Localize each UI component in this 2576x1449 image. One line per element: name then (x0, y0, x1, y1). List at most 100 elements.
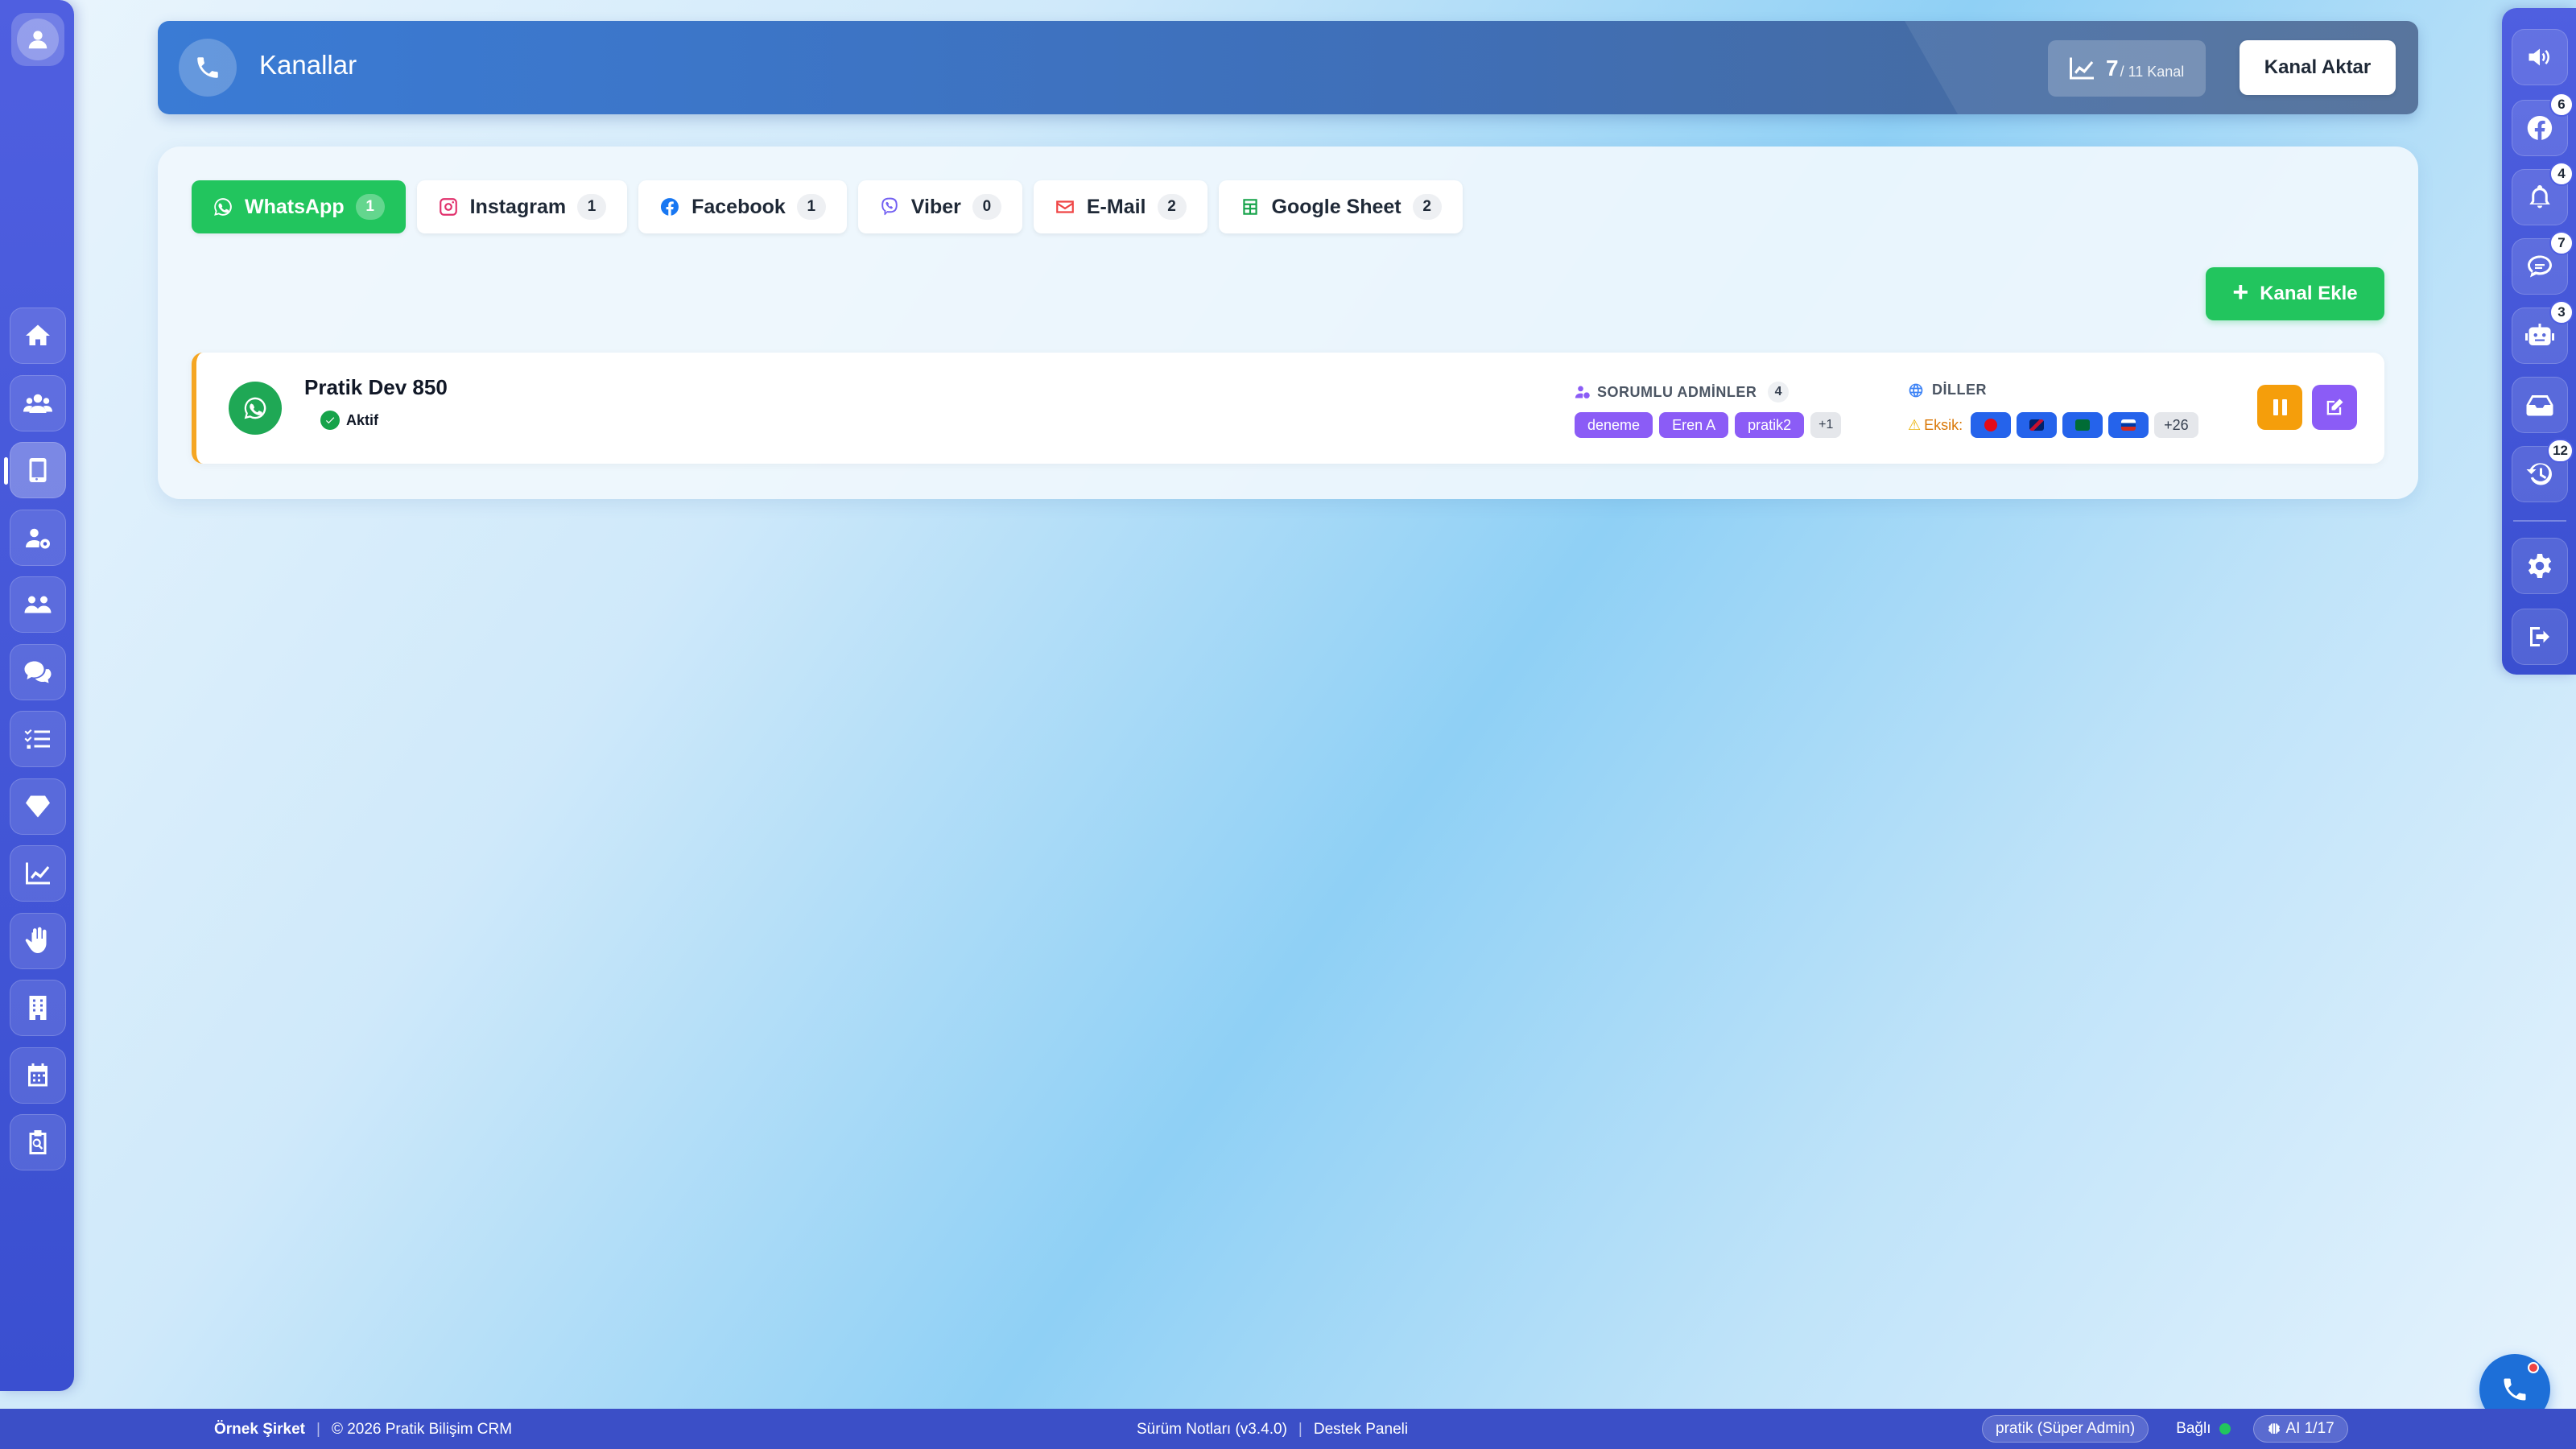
announcements-button[interactable] (2512, 29, 2568, 85)
release-notes-link[interactable]: Sürüm Notları (v3.4.0) (1137, 1421, 1287, 1439)
mail-icon (1056, 200, 1074, 213)
tab-facebook[interactable]: Facebook 1 (638, 180, 847, 233)
bell-icon (2529, 185, 2550, 208)
viber-icon (881, 197, 898, 216)
import-channel-button[interactable]: Kanal Aktar (2240, 40, 2396, 95)
tab-facebook-label: Facebook (691, 195, 786, 218)
tab-instagram[interactable]: Instagram 1 (416, 180, 628, 233)
languages-more-tag[interactable]: +26 (2154, 412, 2198, 438)
facebook-icon (2527, 115, 2553, 140)
nav-users[interactable] (10, 374, 66, 431)
nav-tasks[interactable] (10, 711, 66, 767)
ai-usage-pill[interactable]: AI 1/17 (2252, 1415, 2348, 1443)
sa-flag-icon (2062, 412, 2103, 438)
gem-icon (26, 795, 50, 817)
pause-channel-button[interactable] (2257, 385, 2302, 430)
notifications-badge: 4 (2549, 162, 2574, 186)
nav-handshake[interactable] (10, 912, 66, 969)
connection-dot (2219, 1423, 2231, 1435)
admin-tag: pratik2 (1735, 412, 1805, 438)
nav-calendar[interactable] (10, 1046, 66, 1104)
edit-icon (2326, 398, 2343, 415)
chart-line-icon (26, 862, 50, 885)
history-icon (2526, 463, 2552, 485)
admins-count: 4 (1768, 382, 1790, 402)
nav-groups[interactable] (10, 576, 66, 633)
nav-reports[interactable] (10, 845, 66, 902)
channel-count-badge: 7 / 11 Kanal (2048, 40, 2206, 97)
nav-company[interactable] (10, 980, 66, 1036)
right-sidebar: 6 4 7 3 12 (2502, 8, 2576, 675)
footer-left: Örnek Şirket | © 2026 Pratik Bilişim CRM (214, 1421, 513, 1438)
users-icon (23, 394, 52, 413)
settings-button[interactable] (2512, 538, 2568, 594)
channel-card[interactable]: Pratik Dev 850 Aktif SORUMLU ADMİNLER 4 … (192, 353, 2384, 464)
sheet-icon (1242, 199, 1257, 215)
comment-icon (2528, 255, 2552, 278)
nav-audit[interactable] (10, 1114, 66, 1170)
tab-email[interactable]: E-Mail 2 (1033, 180, 1208, 233)
channel-tabs: WhatsApp 1 Instagram 1 Facebook 1 Viber … (192, 180, 1474, 233)
plus-icon: + (2232, 277, 2249, 308)
nav-home[interactable] (10, 308, 66, 364)
user-icon (17, 19, 59, 60)
nav-channels[interactable] (4, 442, 66, 498)
group-icon (24, 596, 52, 613)
bot-button[interactable]: 3 (2512, 300, 2574, 364)
tab-facebook-count: 1 (796, 194, 826, 220)
admins-tags: deneme Eren A pratik2 +1 (1575, 412, 1847, 438)
left-nav (4, 308, 66, 1182)
history-button[interactable]: 12 (2512, 439, 2574, 502)
footer: Örnek Şirket | © 2026 Pratik Bilişim CRM… (0, 1409, 2576, 1449)
facebook-messages-button[interactable]: 6 (2512, 93, 2574, 156)
current-user-pill[interactable]: pratik (Süper Admin) (1982, 1415, 2149, 1443)
phone-icon (179, 39, 237, 97)
whatsapp-icon (214, 198, 232, 216)
call-notification-dot (2528, 1362, 2539, 1373)
users-cog-icon (26, 528, 50, 548)
list-check-icon (24, 729, 50, 749)
tr-flag-icon (1971, 412, 2012, 438)
ai-usage-label: AI 1/17 (2285, 1420, 2334, 1437)
tab-whatsapp[interactable]: WhatsApp 1 (192, 180, 406, 233)
check-circle-icon (320, 411, 340, 430)
footer-right: pratik (Süper Admin) Bağlı AI 1/17 (1982, 1415, 2348, 1443)
speaker-icon (2529, 48, 2549, 66)
gb-flag-icon (2017, 412, 2058, 438)
robot-icon (2525, 324, 2554, 345)
pause-icon (2273, 399, 2278, 415)
channel-status: Aktif (320, 411, 378, 430)
footer-middle: Sürüm Notları (v3.4.0) | Destek Paneli (1137, 1421, 1409, 1439)
nav-chat[interactable] (10, 643, 66, 700)
missing-languages: ⚠ Eksik: (1908, 417, 1963, 434)
edit-channel-button[interactable] (2312, 385, 2357, 430)
building-icon (29, 996, 47, 1020)
tab-whatsapp-label: WhatsApp (245, 195, 345, 218)
tab-google-sheet-count: 2 (1412, 194, 1442, 220)
missing-label: Eksik: (1924, 416, 1963, 433)
notifications-button[interactable]: 4 (2512, 162, 2574, 225)
add-channel-button[interactable]: + Kanal Ekle (2206, 267, 2384, 320)
tab-viber[interactable]: Viber 0 (857, 180, 1022, 233)
nav-user-settings[interactable] (10, 509, 66, 566)
channel-name: Pratik Dev 850 (304, 375, 448, 399)
inbox-button[interactable] (2512, 377, 2568, 433)
comments-button[interactable]: 7 (2512, 231, 2574, 295)
support-panel-link[interactable]: Destek Paneli (1314, 1421, 1408, 1439)
facebook-badge: 6 (2549, 93, 2574, 117)
user-avatar[interactable] (11, 13, 64, 66)
tab-google-sheet[interactable]: Google Sheet 2 (1218, 180, 1463, 233)
channel-count-suffix: / 11 Kanal (2120, 63, 2185, 80)
warning-icon: ⚠ (1908, 416, 1922, 433)
channels-panel: WhatsApp 1 Instagram 1 Facebook 1 Viber … (158, 147, 2418, 499)
nav-premium[interactable] (10, 778, 66, 835)
add-channel-label: Kanal Ekle (2260, 283, 2358, 304)
home-icon (26, 324, 50, 345)
logout-button[interactable] (2512, 609, 2568, 665)
chart-line-icon (2070, 57, 2094, 80)
admin-tag: Eren A (1659, 412, 1729, 438)
history-badge: 12 (2547, 439, 2574, 463)
admins-heading-label: SORUMLU ADMİNLER (1597, 383, 1757, 400)
tab-google-sheet-label: Google Sheet (1271, 195, 1402, 218)
admins-more-tag[interactable]: +1 (1810, 412, 1842, 438)
